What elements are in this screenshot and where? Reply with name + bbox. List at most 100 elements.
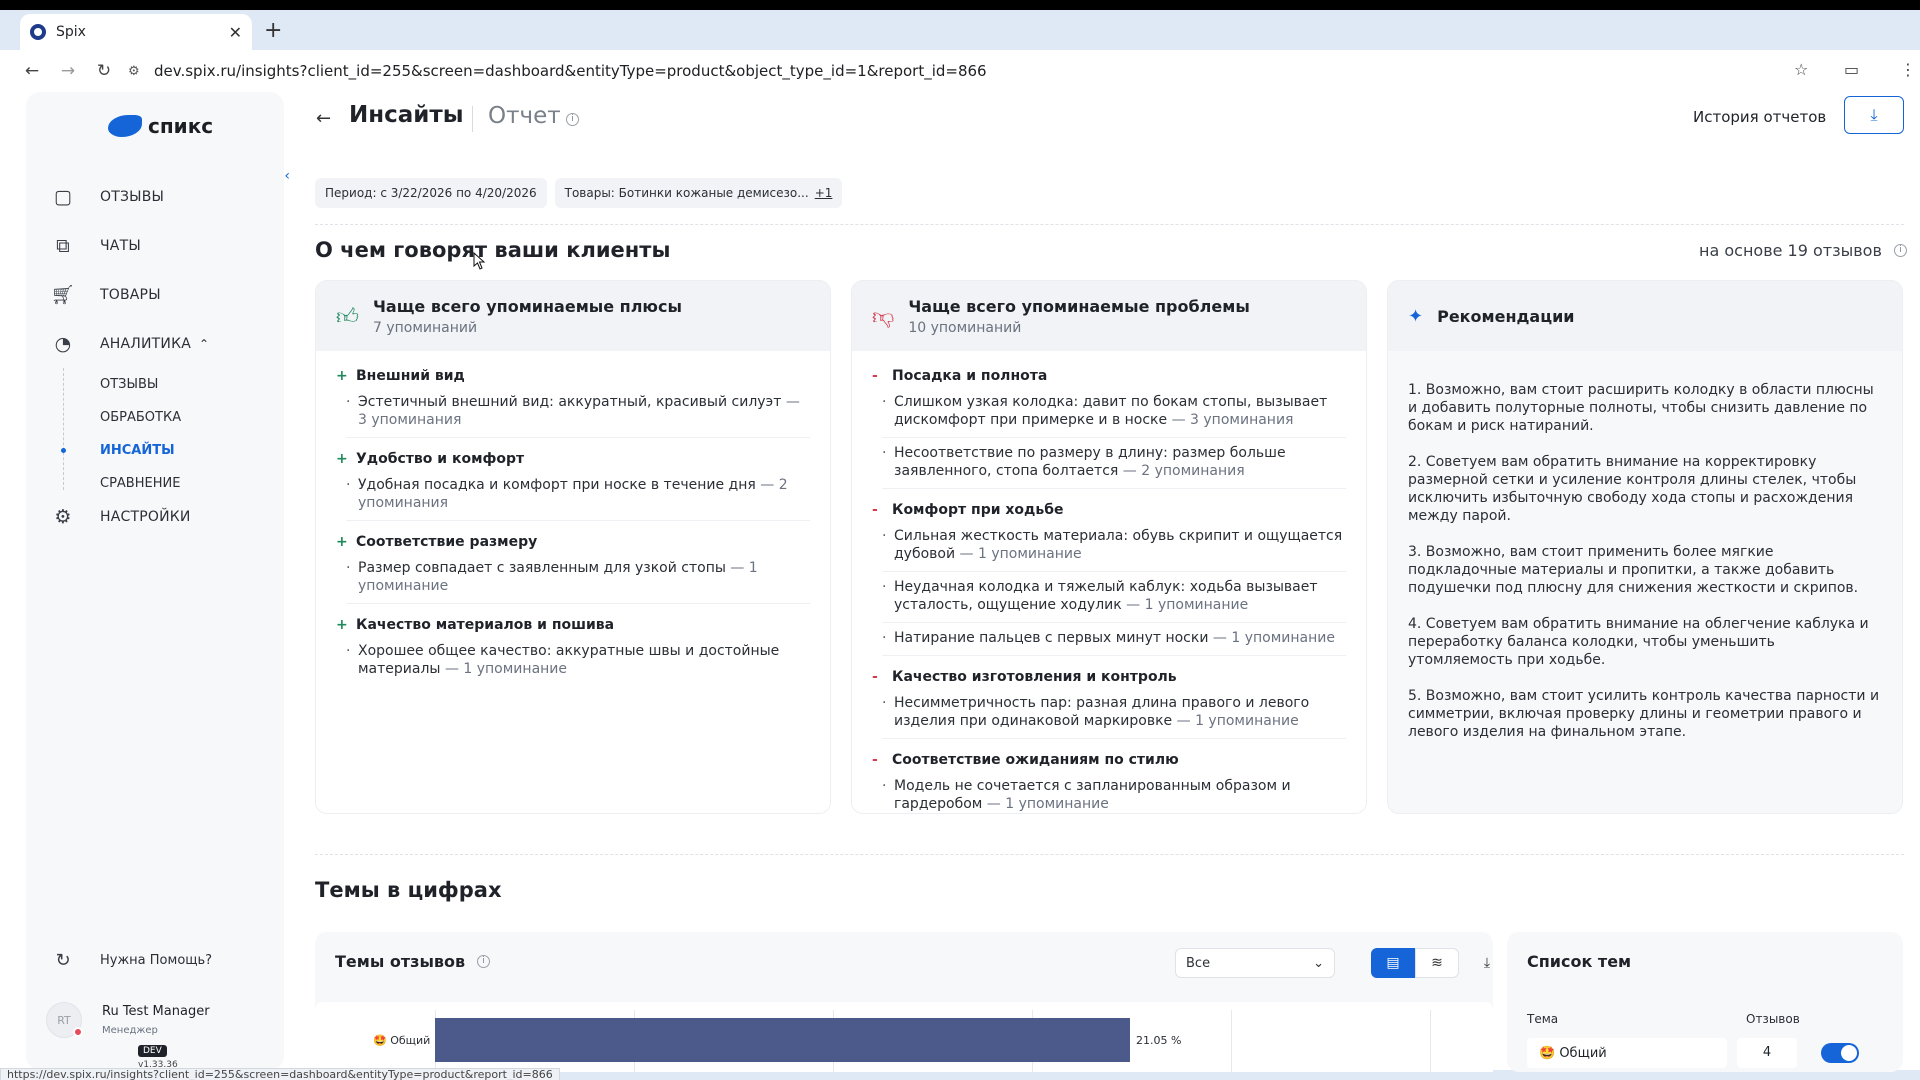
pros-card-count: 7 упоминаний (373, 319, 478, 336)
subnav-item-reviews[interactable]: ОТЗЫВЫ (63, 368, 284, 401)
thumbs-up-icon: 👍︎ (336, 304, 359, 330)
topics-chart-card: Темы отзывов i Все ⌄ ▤ ≋ ⤓ 🤩 Общий 21.05… (315, 932, 1493, 1072)
mouse-cursor-icon (473, 252, 486, 270)
chevron-up-icon: ⌃ (199, 336, 210, 351)
browser-menu-icon[interactable]: ⋮ (1900, 60, 1916, 79)
plus-icon: + (336, 368, 348, 384)
sidebar-item-analytics[interactable]: ◔ АНАЛИТИКА ⌃ (26, 319, 284, 368)
based-on-label: на основе 19 отзывов i (1699, 241, 1907, 260)
download-chart-button[interactable]: ⤓ (1465, 948, 1509, 978)
minus-icon: - (872, 502, 878, 518)
group-title-label: Удобство и комфорт (356, 451, 525, 467)
group-title: - Соответствие ожиданиям по стилю (872, 749, 1346, 771)
topics-list-card: Список тем Тема Отзывов 🤩 Общий 4 (1507, 932, 1903, 1072)
sidebar-item-settings[interactable]: ⚙ НАСТРОЙКИ (26, 500, 284, 534)
group-title: + Соответствие размеру (336, 531, 810, 553)
recommendation-item: 4. Советуем вам обратить внимание на обл… (1408, 616, 1869, 668)
chart-category-label: 🤩 Общий (373, 1034, 431, 1047)
tab-strip: Spix ✕ + (0, 10, 1920, 50)
chats-icon: ⧉ (56, 234, 70, 257)
point: · Несимметричность пар: разная длина прав… (882, 694, 1346, 739)
topic-toggle[interactable] (1821, 1043, 1859, 1063)
pros-card-title: Чаще всего упоминаемые плюсы (373, 296, 682, 316)
point-text: Хорошее общее качество: аккуратные швы и… (358, 643, 780, 677)
chart-bar-value: 21.05 % (1136, 1034, 1182, 1047)
point-mentions: — 1 упоминание (1126, 597, 1249, 613)
sidebar-item-chats[interactable]: ⧉ ЧАТЫ (26, 221, 284, 270)
cart-icon: 🛒︎ (50, 284, 76, 306)
recommendation-item: 3. Возможно, вам стоит применить более м… (1408, 544, 1859, 596)
bar-view-toggle[interactable]: ▤ (1371, 948, 1415, 978)
subnav-item-insights[interactable]: ИНСАЙТЫ (61, 434, 284, 467)
sparkle-icon: ✦ (1408, 305, 1424, 327)
products-more-link[interactable]: +1 (815, 186, 833, 200)
sidebar-item-products[interactable]: 🛒︎ ТОВАРЫ (26, 270, 284, 319)
chart-bar[interactable] (435, 1018, 1130, 1062)
download-button[interactable]: ⤓ (1844, 96, 1904, 134)
back-arrow-icon[interactable]: ← (14, 61, 50, 81)
cons-card-header: 👎︎ Чаще всего упоминаемые проблемы 10 уп… (852, 281, 1366, 351)
products-chip[interactable]: Товары: Ботинки кожаные демисезо... +1 (554, 178, 843, 208)
download-icon: ⤓ (1483, 955, 1491, 971)
list-item: - Комфорт при ходьбе · Сильная жесткость м… (872, 499, 1346, 656)
subnav-item-comparison[interactable]: СРАВНЕНИЕ (63, 467, 284, 500)
subnav-item-processing[interactable]: ОБРАБОТКА (63, 401, 284, 434)
browser-tab[interactable]: Spix ✕ (20, 14, 252, 50)
sidebar-item-reviews[interactable]: ▢ ОТЗЫВЫ (26, 172, 284, 221)
point-mentions: — 2 упоминания (1122, 463, 1245, 479)
help-link[interactable]: ↻ Нужна Помощь? (50, 950, 212, 971)
bookmark-star-icon[interactable]: ☆ (1794, 60, 1808, 79)
point-text: Размер совпадает с заявленным для узкой … (358, 560, 726, 576)
point-mentions: — 1 упоминание (1212, 630, 1335, 646)
point-text: Натирание пальцев с первых минут носки (894, 630, 1209, 646)
point: · Натирание пальцев с первых минут носки … (882, 629, 1346, 656)
topic-name: Общий (1559, 1045, 1607, 1061)
divider (315, 854, 1904, 855)
user-profile[interactable]: RT Ru Test Manager Менеджер (46, 1002, 210, 1038)
media-search-icon[interactable]: ▭ (1844, 60, 1859, 79)
info-icon[interactable]: i (477, 955, 491, 968)
pros-list: + Внешний вид · Эстетичный внешний вид: ак… (316, 351, 830, 813)
topics-filter-select[interactable]: Все ⌄ (1175, 948, 1335, 978)
info-icon[interactable]: i (1893, 244, 1907, 257)
cons-card-count: 10 упоминаний (908, 319, 1022, 336)
avatar-initials: RT (57, 1013, 71, 1027)
list-item: + Качество материалов и пошива · Хорошее о… (336, 614, 810, 686)
title-divider (472, 106, 473, 132)
page-title: Инсайты (349, 102, 464, 128)
point-mentions: — 1 упоминание (1176, 713, 1299, 729)
site-settings-icon[interactable]: ⚙ (128, 64, 154, 79)
close-tab-icon[interactable]: ✕ (229, 23, 242, 42)
cons-card: 👎︎ Чаще всего упоминаемые проблемы 10 уп… (851, 280, 1367, 814)
new-tab-icon[interactable]: + (264, 18, 282, 43)
topics-chart: 🤩 Общий 21.05 % (315, 1002, 1493, 1072)
group-title-label: Соответствие размеру (356, 534, 538, 550)
products-chip-label: Товары: Ботинки кожаные демисезо... (564, 186, 809, 200)
topics-table-header: Тема Отзывов (1527, 1012, 1857, 1026)
collapse-sidebar-icon[interactable]: ‹ (284, 168, 290, 184)
period-chip[interactable]: Период: с 3/22/2026 по 4/20/2026 (315, 178, 547, 208)
point: · Сильная жесткость материала: обувь скри… (882, 527, 1346, 572)
table-row[interactable]: 🤩 Общий 4 (1527, 1038, 1877, 1068)
bullet-icon: · (882, 528, 887, 544)
trend-view-toggle[interactable]: ≋ (1415, 948, 1459, 978)
back-arrow-icon[interactable]: ← (316, 108, 331, 129)
group-title-label: Качество материалов и пошива (356, 617, 615, 633)
reload-icon[interactable]: ↻ (86, 61, 122, 81)
topic-emoji: 🤩 (1539, 1045, 1556, 1061)
spix-bird-icon (108, 115, 142, 137)
forward-arrow-icon[interactable]: → (50, 61, 86, 81)
group-title: + Внешний вид (336, 365, 810, 387)
minus-icon: - (872, 669, 878, 685)
topics-chart-title-text: Темы отзывов (335, 952, 466, 971)
info-icon[interactable]: i (566, 113, 579, 126)
point: · Удобная посадка и комфорт при носке в т… (346, 476, 810, 521)
logo[interactable]: спикс (108, 114, 213, 138)
point-mentions: — 1 упоминание (444, 661, 568, 677)
help-label: Нужна Помощь? (100, 953, 213, 968)
bullet-icon: · (882, 394, 887, 410)
user-name: Ru Test Manager (102, 1004, 210, 1019)
group-title-label: Соответствие ожиданиям по стилю (892, 752, 1179, 768)
report-history-link[interactable]: История отчетов (1693, 108, 1826, 126)
col-topic: Тема (1527, 1012, 1559, 1026)
